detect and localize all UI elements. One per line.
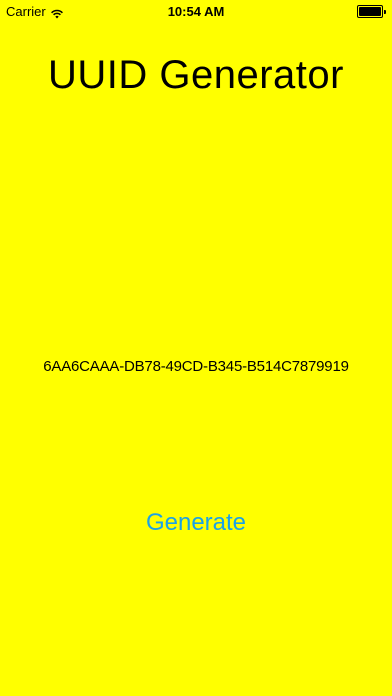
battery-cap — [384, 9, 386, 14]
battery-fill — [359, 7, 381, 16]
generate-button[interactable]: Generate — [120, 506, 272, 540]
status-time: 10:54 AM — [167, 4, 225, 19]
uuid-value: 6AA6CAAA-DB78-49CD-B345-B514C7879919 — [43, 358, 349, 375]
battery-icon — [357, 5, 386, 18]
page-title: UUID Generator — [48, 53, 344, 97]
battery-body — [357, 5, 383, 18]
status-bar: Carrier 10:54 AM — [0, 0, 392, 22]
